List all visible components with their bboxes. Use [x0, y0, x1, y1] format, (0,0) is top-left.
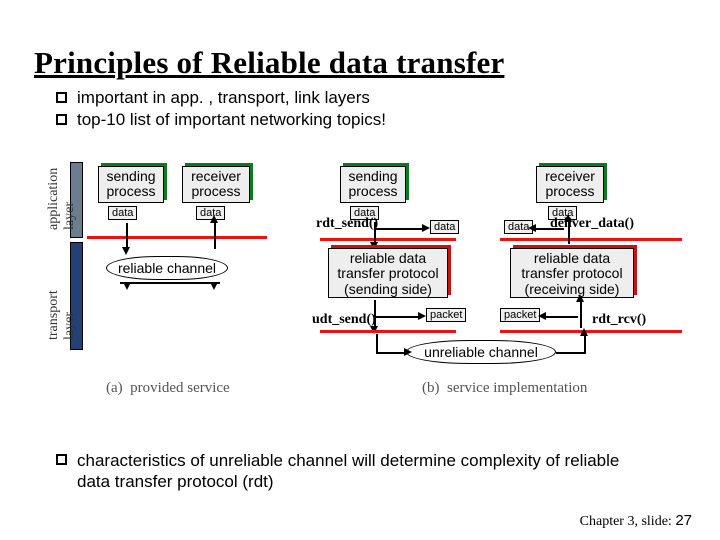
reliable-channel: reliable channel: [106, 256, 228, 280]
arrowhead-icon: [580, 328, 588, 336]
arrowhead-icon: [564, 214, 572, 222]
layer-divider-b2: [500, 238, 682, 241]
arrow-line: [376, 352, 406, 354]
fn-rdt-rcv: rdt_rcv(): [592, 312, 646, 328]
layer-divider-a: [87, 236, 267, 239]
layer-divider-b1: [320, 238, 456, 241]
arrow-line: [568, 222, 570, 244]
label-transport-layer: transport layer: [46, 290, 78, 340]
box-packet-2: packet: [500, 308, 540, 322]
arrow-line: [584, 334, 586, 354]
channel-bottom-line: [120, 282, 220, 284]
arrow-line: [374, 300, 376, 328]
arrow-line: [556, 352, 586, 354]
layer-divider-b3: [320, 330, 456, 333]
bullet-text: important in app. , transport, link laye…: [77, 88, 370, 108]
box-receiver-process-b: receiver process: [536, 166, 604, 203]
arrowhead-icon: [122, 247, 130, 255]
arrow-line: [214, 223, 216, 249]
slide-title: Principles of Reliable data transfer: [34, 45, 504, 81]
arrow-line: [376, 334, 378, 354]
bullet-2: top-10 list of important networking topi…: [56, 110, 386, 130]
bullet-3: characteristics of unreliable channel wi…: [56, 450, 656, 493]
arrowhead-icon: [538, 312, 546, 320]
bullet-icon: [56, 92, 67, 103]
arrowhead-icon: [210, 282, 218, 290]
box-sending-process: sending process: [98, 166, 164, 203]
arrow-line: [126, 223, 128, 249]
arrowhead-icon: [422, 224, 430, 232]
footer-chapter: Chapter 3, slide:: [580, 514, 672, 529]
box-proto-send: reliable data transfer protocol (sending…: [328, 248, 448, 298]
unreliable-channel: unreliable channel: [406, 340, 556, 364]
arrowhead-icon: [123, 282, 131, 290]
arrow-line: [580, 300, 582, 328]
fn-udt-send: udt_send(): [312, 312, 376, 328]
arrowhead-icon: [576, 294, 584, 302]
arrowhead-icon: [210, 215, 218, 223]
arrow-line: [374, 222, 376, 244]
slide-footer: Chapter 3, slide: 27: [580, 512, 692, 530]
box-packet-1: packet: [426, 308, 466, 322]
box-proto-recv: reliable data transfer protocol (receivi…: [510, 248, 634, 298]
box-sending-process-b: sending process: [340, 166, 406, 203]
fn-rdt-send: rdt_send(): [316, 216, 378, 232]
diagram: application layer transport layer sendin…: [30, 148, 690, 428]
layer-divider-b4: [500, 330, 682, 333]
bullet-icon: [56, 114, 67, 125]
arrowhead-icon: [404, 348, 412, 356]
arrowhead-icon: [528, 224, 536, 232]
bullet-1: important in app. , transport, link laye…: [56, 88, 370, 108]
box-receiver-process: receiver process: [182, 166, 250, 203]
bullet-icon: [56, 454, 67, 465]
box-data-b3: data: [430, 220, 459, 234]
arrowhead-icon: [418, 312, 426, 320]
label-app-layer: application layer: [46, 168, 78, 230]
caption-a: (a) provided service: [106, 380, 230, 397]
arrow-line: [376, 316, 420, 318]
bullet-text: characteristics of unreliable channel wi…: [77, 450, 656, 493]
bullet-text: top-10 list of important networking topi…: [77, 110, 386, 130]
arrow-line: [534, 228, 564, 230]
arrow-line: [544, 316, 578, 318]
arrow-line: [376, 228, 424, 230]
box-data-a1: data: [108, 206, 137, 220]
caption-b: (b) service implementation: [422, 380, 587, 397]
footer-page: 27: [675, 512, 692, 529]
